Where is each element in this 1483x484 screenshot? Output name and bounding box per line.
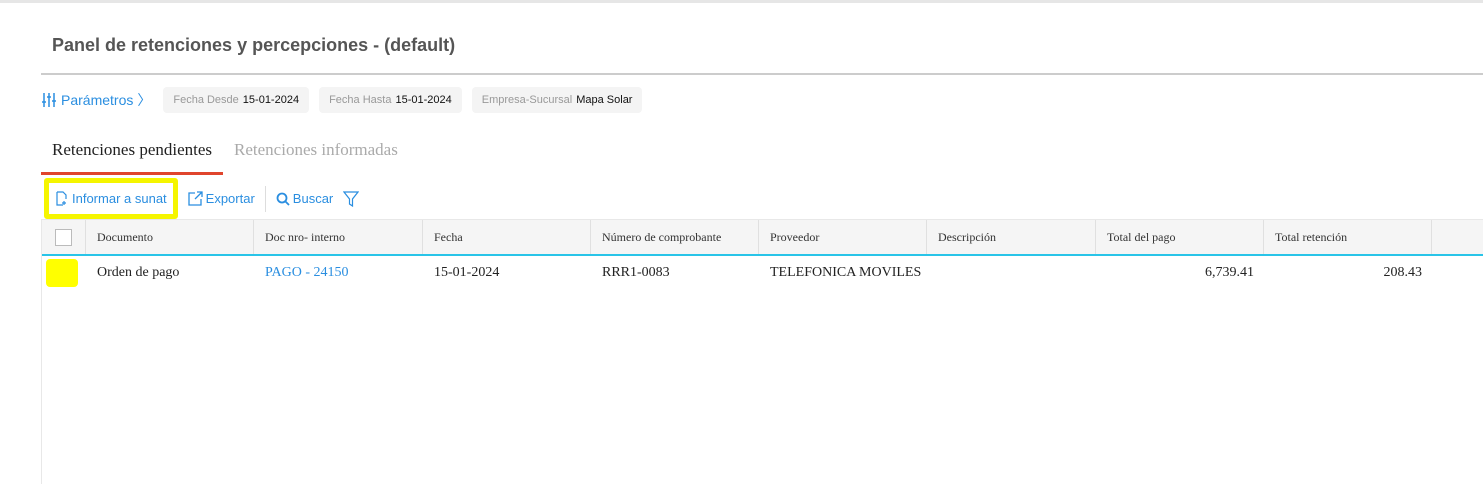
divider [41,73,1483,75]
col-descripcion[interactable]: Descripción [927,220,1096,254]
cell-total-retencion: 208.43 [1383,265,1423,280]
col-total-retencion[interactable]: Total retención [1264,220,1432,254]
top-border [0,0,1483,3]
informar-sunat-button[interactable]: Informar a sunat [44,178,178,219]
buscar-button[interactable]: Buscar [266,191,343,206]
chevron-right-icon: 〉 [137,92,152,108]
external-link-icon [188,191,203,206]
col-comprobante[interactable]: Número de comprobante [591,220,759,254]
page-title: Panel de retenciones y percepciones - (d… [52,35,456,55]
exportar-button[interactable]: Exportar [178,191,265,206]
parameters-bar: Parámetros 〉 Fecha Desde 15-01-2024 Fecha… [41,87,643,113]
tabs: Retenciones pendientes Retenciones infor… [41,138,409,175]
doc-link[interactable]: PAGO - 24150 [265,265,349,280]
chip-empresa-sucursal[interactable]: Empresa-Sucursal Mapa Solar [471,87,643,113]
row-select[interactable] [42,259,86,287]
sliders-icon [42,93,56,107]
filter-icon[interactable] [343,190,360,207]
search-icon [276,192,290,206]
tab-retenciones-informadas[interactable]: Retenciones informadas [223,138,409,175]
table-row[interactable]: Orden de pago PAGO - 24150 15-01-2024 RR… [42,256,1483,290]
col-documento[interactable]: Documento [86,220,254,254]
col-proveedor[interactable]: Proveedor [759,220,927,254]
cell-total-pago: 6,739.41 [1205,265,1254,280]
chip-fecha-desde[interactable]: Fecha Desde 15-01-2024 [163,87,310,113]
table-header: Documento Doc nro- interno Fecha Número … [42,219,1483,256]
col-fecha[interactable]: Fecha [423,220,591,254]
cell-comprobante: RRR1-0083 [602,265,670,280]
retenciones-table: Documento Doc nro- interno Fecha Número … [41,219,1483,484]
chip-fecha-hasta[interactable]: Fecha Hasta 15-01-2024 [319,87,462,113]
cell-proveedor: TELEFONICA MOVILES [770,265,922,280]
parameters-button[interactable]: Parámetros 〉 [41,90,151,110]
cell-doc-interno: PAGO - 24150 [254,265,423,281]
file-add-icon [56,191,67,206]
row-checkbox-highlight[interactable] [46,259,78,287]
col-total-pago[interactable]: Total del pago [1096,220,1264,254]
select-all-checkbox[interactable] [55,228,72,246]
toolbar: Informar a sunat Exportar Buscar [44,178,360,219]
cell-documento: Orden de pago [97,265,180,280]
select-all-cell [42,220,86,254]
col-doc-interno[interactable]: Doc nro- interno [254,220,423,254]
cell-fecha: 15-01-2024 [434,265,500,280]
tab-retenciones-pendientes[interactable]: Retenciones pendientes [41,138,224,175]
